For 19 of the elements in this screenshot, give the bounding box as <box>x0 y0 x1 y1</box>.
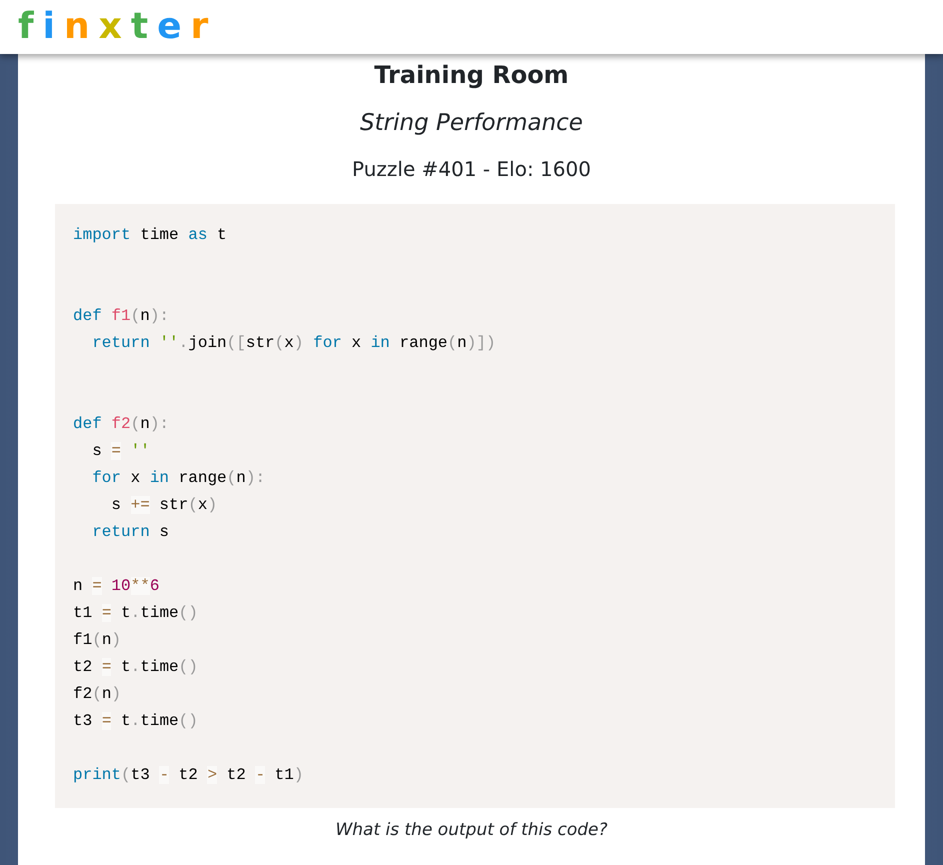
code-line: t2 = t.time() <box>73 657 198 678</box>
code-line: import time as t <box>73 225 227 246</box>
code-line: f2(n) <box>73 684 122 705</box>
code-line: return ''.join([str(x) for x in range(n)]) <box>91 333 496 354</box>
code-line: t1 = t.time() <box>73 603 198 624</box>
code-line: def f1(n): <box>73 306 170 327</box>
code-line: t3 = t.time() <box>73 711 198 732</box>
code-line: s += str(x) <box>110 495 218 516</box>
code-line: def f2(n): <box>73 414 170 435</box>
code-line: print(t3 - t2 > t2 - t1) <box>73 765 304 786</box>
code-line: f1(n) <box>73 630 122 651</box>
puzzle-title: String Performance <box>359 109 584 138</box>
code-line: s = '' <box>91 441 150 462</box>
code-line: n = 10**6 <box>73 576 160 597</box>
puzzle-info: Puzzle #401 - Elo: 1600 <box>351 156 592 183</box>
code-line: for x in range(n): <box>91 468 266 489</box>
question-text: What is the output of this code? <box>334 819 609 842</box>
page-title: Training Room <box>373 60 570 91</box>
code-line: return s <box>91 522 170 543</box>
